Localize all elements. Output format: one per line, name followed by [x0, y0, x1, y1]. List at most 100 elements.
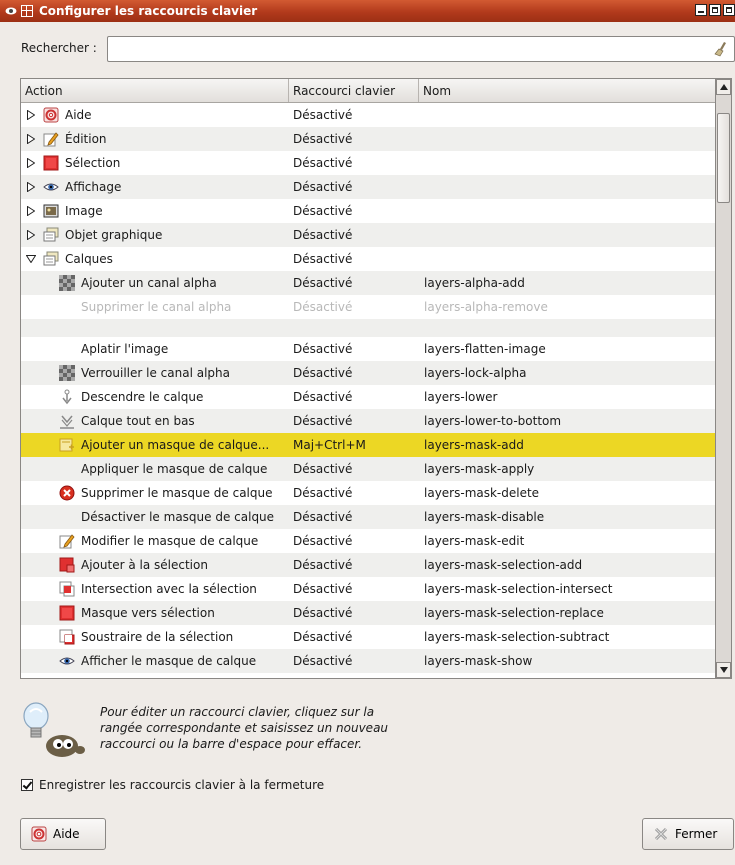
tree-row[interactable]: Ajouter un masque de calque... Maj+Ctrl+M…: [21, 433, 715, 457]
tree-row[interactable]: Sélection Désactivé: [21, 151, 715, 175]
cell-action: Intersection avec la sélection: [21, 577, 289, 601]
scroll-down-button[interactable]: [716, 662, 731, 678]
cell-shortcut[interactable]: Désactivé: [289, 228, 419, 242]
shortcuts-tree[interactable]: Action Raccourci clavier Nom Aide Désacti…: [20, 78, 716, 679]
cell-shortcut[interactable]: Désactivé: [289, 366, 419, 380]
maximize-button[interactable]: [709, 4, 721, 16]
window-menu-icon[interactable]: [4, 5, 18, 17]
cell-name: layers-mask-edit: [424, 534, 525, 548]
title-bar[interactable]: Configurer les raccourcis clavier: [0, 0, 735, 22]
cell-shortcut[interactable]: Maj+Ctrl+M: [289, 438, 419, 452]
tree-row[interactable]: Ajouter un canal alpha Désactivé layers-al…: [21, 271, 715, 295]
tree-row[interactable]: Édition Désactivé: [21, 127, 715, 151]
help-icon: [31, 826, 47, 842]
expander-collapsed-icon[interactable]: [25, 205, 37, 217]
action-label: Objet graphique: [65, 228, 163, 242]
cell-shortcut[interactable]: Désactivé: [289, 204, 419, 218]
close-button[interactable]: Fermer: [642, 818, 734, 850]
column-header-action[interactable]: Action: [21, 79, 289, 102]
cell-shortcut[interactable]: Désactivé: [289, 132, 419, 146]
tree-row[interactable]: Modifier le masque de calque Désactivé lay…: [21, 529, 715, 553]
tree-row[interactable]: Aide Désactivé: [21, 103, 715, 127]
tree-row[interactable]: Supprimer le canal alpha Désactivé layers-…: [21, 295, 715, 319]
tree-row[interactable]: Soustraire de la sélection Désactivé layer…: [21, 625, 715, 649]
expander-collapsed-icon[interactable]: [25, 157, 37, 169]
arrow-up-icon: [719, 84, 728, 90]
cell-shortcut[interactable]: Désactivé: [289, 390, 419, 404]
scroll-thumb[interactable]: [717, 113, 730, 203]
cell-shortcut[interactable]: Désactivé: [289, 654, 419, 668]
column-header-name[interactable]: Nom: [419, 79, 715, 102]
cell-shortcut[interactable]: Désactivé: [289, 414, 419, 428]
expander-collapsed-icon[interactable]: [25, 181, 37, 193]
tree-row[interactable]: Ajouter à la sélection Désactivé layers-ma…: [21, 553, 715, 577]
save-on-exit-checkbox[interactable]: [21, 779, 33, 791]
alpha-icon: [59, 275, 75, 291]
action-label: Verrouiller le canal alpha: [81, 366, 230, 380]
close-window-button[interactable]: [723, 4, 735, 16]
cell-action: Supprimer le canal alpha: [21, 295, 289, 319]
cell-shortcut[interactable]: Désactivé: [289, 558, 419, 572]
cell-shortcut[interactable]: Désactivé: [289, 486, 419, 500]
tree-row[interactable]: Intersection avec la sélection Désactivé l…: [21, 577, 715, 601]
tree-row[interactable]: Objet graphique Désactivé: [21, 223, 715, 247]
cell-action: Objet graphique: [21, 223, 289, 247]
action-label: Affichage: [65, 180, 122, 194]
cell-action: Édition: [21, 127, 289, 151]
expander-collapsed-icon[interactable]: [25, 133, 37, 145]
action-label: Supprimer le masque de calque: [81, 486, 273, 500]
cell-shortcut[interactable]: Désactivé: [289, 630, 419, 644]
cell-shortcut[interactable]: Désactivé: [289, 108, 419, 122]
cell-shortcut[interactable]: Désactivé: [289, 156, 419, 170]
save-on-exit-label: Enregistrer les raccourcis clavier à la …: [39, 778, 325, 792]
tree-row[interactable]: Supprimer le masque de calque Désactivé la…: [21, 481, 715, 505]
cell-shortcut[interactable]: Désactivé: [289, 582, 419, 596]
tree-row[interactable]: Aplatir l'image Désactivé layers-flatten-i…: [21, 337, 715, 361]
tree-row[interactable]: Affichage Désactivé: [21, 175, 715, 199]
vertical-scrollbar[interactable]: [716, 78, 732, 679]
save-on-exit-option[interactable]: Enregistrer les raccourcis clavier à la …: [21, 778, 324, 792]
tree-row[interactable]: Masque vers sélection Désactivé layers-mas…: [21, 601, 715, 625]
tree-row[interactable]: Calque tout en bas Désactivé layers-lower-…: [21, 409, 715, 433]
tree-row[interactable]: Image Désactivé: [21, 199, 715, 223]
drawable-icon: [43, 227, 59, 243]
tree-row[interactable]: Désactiver le masque de calque Désactivé l…: [21, 505, 715, 529]
cell-name: layers-lower: [424, 390, 498, 404]
search-field[interactable]: [107, 36, 735, 62]
cell-shortcut[interactable]: Désactivé: [289, 606, 419, 620]
tree-row[interactable]: Descendre le calque Désactivé layers-lower: [21, 385, 715, 409]
action-label: Édition: [65, 132, 107, 146]
cell-shortcut[interactable]: Désactivé: [289, 534, 419, 548]
help-button[interactable]: Aide: [20, 818, 106, 850]
action-label: Ajouter un canal alpha: [81, 276, 217, 290]
cell-shortcut[interactable]: Désactivé: [289, 462, 419, 476]
action-label: Masque vers sélection: [81, 606, 215, 620]
cell-shortcut[interactable]: Désactivé: [289, 180, 419, 194]
cell-shortcut[interactable]: Désactivé: [289, 300, 419, 314]
cell-shortcut[interactable]: Désactivé: [289, 510, 419, 524]
cell-name: layers-mask-selection-add: [424, 558, 583, 572]
scroll-up-button[interactable]: [716, 79, 731, 95]
cell-shortcut[interactable]: Désactivé: [289, 342, 419, 356]
tree-row[interactable]: Afficher le masque de calque Désactivé lay…: [21, 649, 715, 673]
expander-collapsed-icon[interactable]: [25, 229, 37, 241]
cell-shortcut[interactable]: Désactivé: [289, 276, 419, 290]
search-input[interactable]: [108, 37, 698, 61]
action-label: Calques: [65, 252, 113, 266]
action-label: Calque tout en bas: [81, 414, 195, 428]
image-icon: [43, 203, 59, 219]
cell-action: Affichage: [21, 175, 289, 199]
minimize-button[interactable]: [695, 4, 707, 16]
tree-row[interactable]: Appliquer le masque de calque Désactivé la…: [21, 457, 715, 481]
expander-expanded-icon[interactable]: [25, 253, 37, 265]
tree-row[interactable]: Verrouiller le canal alpha Désactivé layer…: [21, 361, 715, 385]
clear-broom-icon[interactable]: [714, 41, 728, 57]
cell-shortcut[interactable]: Désactivé: [289, 252, 419, 266]
cell-name: layers-mask-show: [424, 654, 533, 668]
tree-row[interactable]: Calques Désactivé: [21, 247, 715, 271]
column-header-shortcut[interactable]: Raccourci clavier: [289, 79, 419, 102]
expander-collapsed-icon[interactable]: [25, 109, 37, 121]
selection-icon: [59, 605, 75, 621]
cell-action: Supprimer le masque de calque: [21, 481, 289, 505]
layers-icon: [43, 251, 59, 267]
